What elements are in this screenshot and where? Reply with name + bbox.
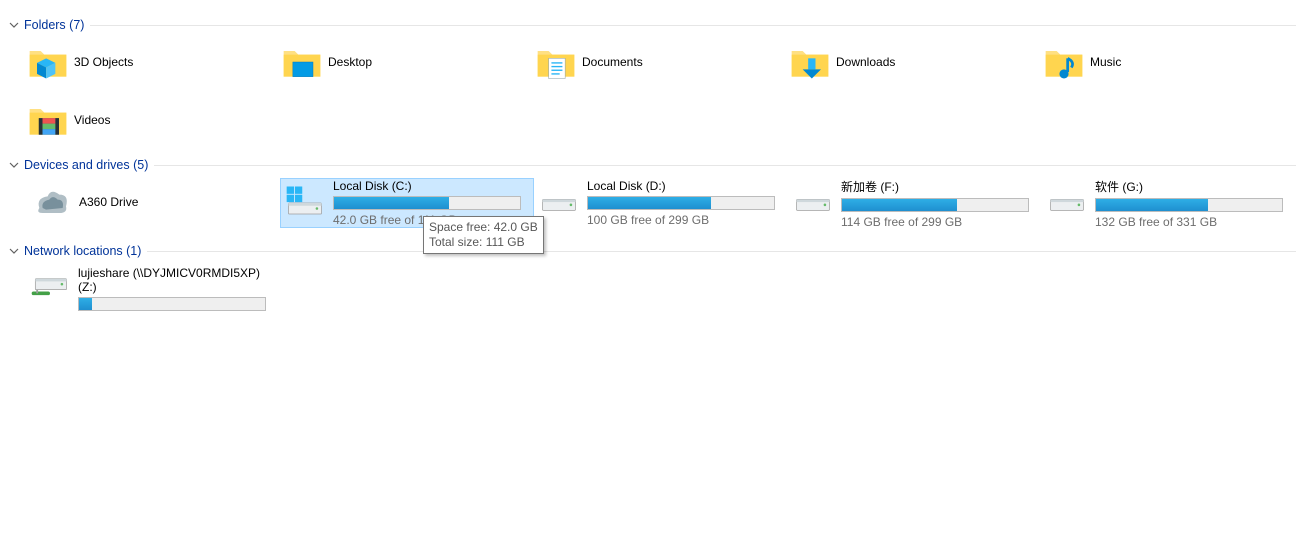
tooltip-line: Total size: 111 GB: [429, 235, 538, 250]
chevron-down-icon: [8, 159, 20, 171]
folder-documents-icon: [534, 40, 578, 84]
network-drive-z[interactable]: lujieshare (\\DYJMICV0RMDI5XP) (Z:): [0, 264, 1302, 320]
tooltip-line: Space free: 42.0 GB: [429, 220, 538, 235]
capacity-bar: [587, 196, 775, 210]
folder-label: Downloads: [836, 55, 895, 69]
group-header-folders[interactable]: Folders (7): [0, 14, 1302, 38]
group-title: Folders (7): [24, 18, 84, 32]
divider: [147, 251, 1296, 252]
drive-freespace: 132 GB free of 331 GB: [1095, 215, 1283, 229]
drive-a360[interactable]: A360 Drive: [26, 178, 280, 228]
folder-downloads-icon: [788, 40, 832, 84]
folder-videos[interactable]: Videos: [26, 96, 280, 144]
drive-local-g[interactable]: 软件 (G:) 132 GB free of 331 GB: [1042, 178, 1296, 228]
folder-label: Videos: [74, 113, 110, 127]
group-title: Network locations (1): [24, 244, 141, 258]
group-header-network[interactable]: Network locations (1): [0, 240, 1302, 264]
drive-local-d[interactable]: Local Disk (D:) 100 GB free of 299 GB: [534, 178, 788, 228]
folder-3d-objects[interactable]: 3D Objects: [26, 38, 280, 86]
divider: [90, 25, 1296, 26]
drive-label: Local Disk (D:): [587, 179, 775, 193]
folder-label: Documents: [582, 55, 643, 69]
drive-freespace: 114 GB free of 299 GB: [841, 215, 1029, 229]
folder-desktop-icon: [280, 40, 324, 84]
capacity-bar: [1095, 198, 1283, 212]
tooltip: Space free: 42.0 GB Total size: 111 GB: [423, 216, 544, 254]
drive-os-icon: [281, 181, 329, 225]
folder-label: 3D Objects: [74, 55, 133, 69]
folder-videos-icon: [26, 98, 70, 142]
folder-documents[interactable]: Documents: [534, 38, 788, 86]
capacity-bar: [841, 198, 1029, 212]
network-drive-label-line1: lujieshare (\\DYJMICV0RMDI5XP): [78, 266, 266, 280]
divider: [154, 165, 1296, 166]
drive-label: A360 Drive: [79, 195, 138, 209]
folder-desktop[interactable]: Desktop: [280, 38, 534, 86]
capacity-bar: [333, 196, 521, 210]
a360-icon: [27, 181, 75, 225]
drive-icon: [1043, 181, 1091, 225]
network-drive-label-line2: (Z:): [78, 280, 266, 294]
drive-freespace: 100 GB free of 299 GB: [587, 213, 775, 227]
capacity-bar: [78, 297, 266, 311]
group-title: Devices and drives (5): [24, 158, 148, 172]
network-drive-icon: [26, 264, 74, 308]
folder-label: Music: [1090, 55, 1121, 69]
folder-music-icon: [1042, 40, 1086, 84]
folder-music[interactable]: Music: [1042, 38, 1296, 86]
drive-label: Local Disk (C:): [333, 179, 521, 193]
folder-downloads[interactable]: Downloads: [788, 38, 1042, 86]
folder-label: Desktop: [328, 55, 372, 69]
chevron-down-icon: [8, 245, 20, 257]
group-header-drives[interactable]: Devices and drives (5): [0, 154, 1302, 178]
drive-label: 新加卷 (F:): [841, 178, 1029, 195]
drive-local-f[interactable]: 新加卷 (F:) 114 GB free of 299 GB: [788, 178, 1042, 228]
drive-label: 软件 (G:): [1095, 178, 1283, 195]
chevron-down-icon: [8, 19, 20, 31]
drive-icon: [789, 181, 837, 225]
folder-3d-objects-icon: [26, 40, 70, 84]
